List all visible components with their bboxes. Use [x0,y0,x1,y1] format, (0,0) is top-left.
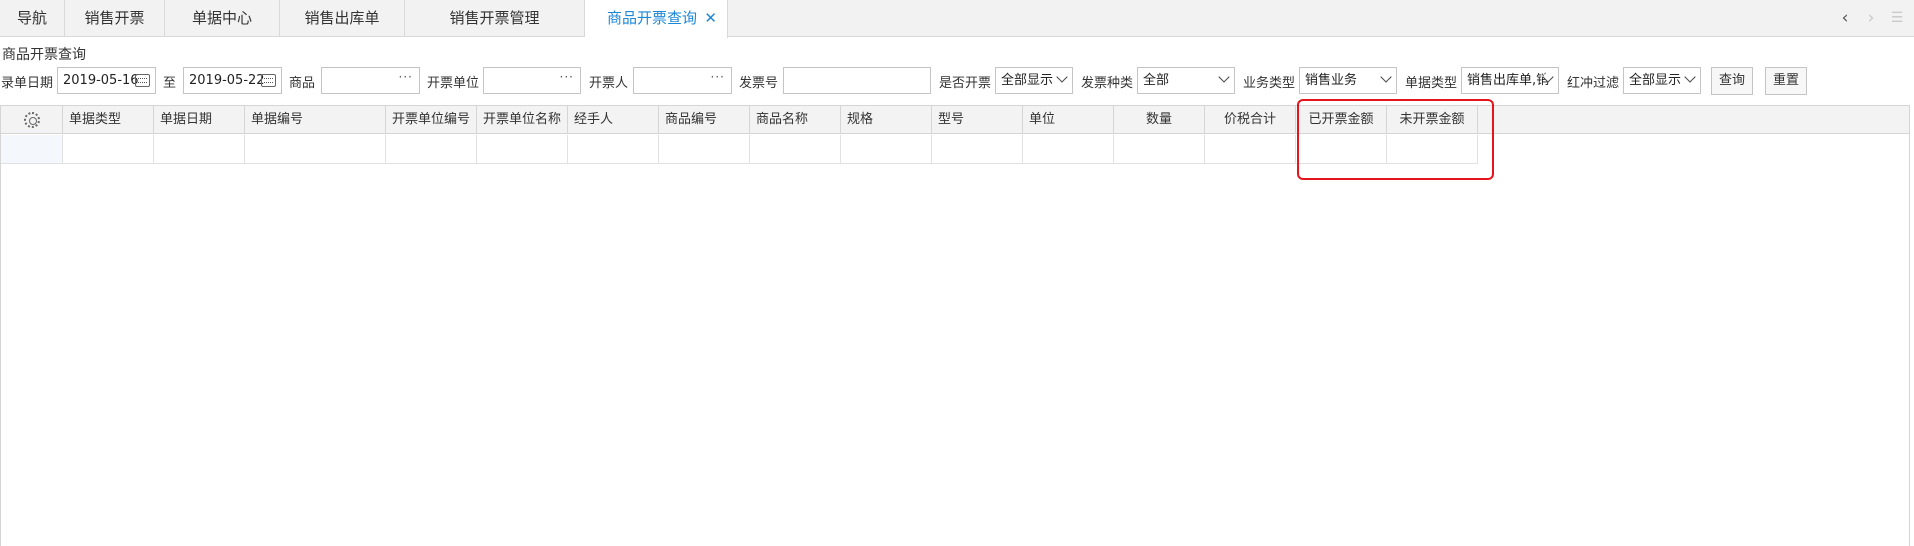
table-cell[interactable] [659,135,750,164]
invoicer-input[interactable]: ··· [633,67,732,94]
invoice-unit-input[interactable]: ··· [483,67,581,94]
invoice-number-input[interactable] [783,67,931,94]
tab-label: 销售开票管理 [449,9,540,27]
column-header[interactable]: 数量 [1114,106,1205,134]
entry-date-label: 录单日期 [1,76,54,91]
document-type-label: 单据类型 [1405,76,1458,91]
table-cell[interactable] [1387,135,1478,164]
date-from-input[interactable]: 2019-05-16 [57,67,156,94]
column-header[interactable]: 经手人 [568,106,659,134]
table-cell[interactable] [1205,135,1296,164]
document-type-select[interactable]: 销售出库单,销 [1461,67,1559,94]
business-type-value: 销售业务 [1305,73,1358,88]
calendar-icon[interactable] [135,74,150,87]
column-header[interactable]: 已开票金额 [1296,106,1387,134]
column-header[interactable]: 价税合计 [1205,106,1296,134]
tab-sales-invoice-management[interactable]: 销售开票管理 [405,0,585,37]
table-cell[interactable] [568,135,659,164]
is-invoiced-select[interactable]: 全部显示 [995,67,1073,94]
invoice-number-label: 发票号 [739,76,779,91]
date-to-input[interactable]: 2019-05-22 [183,67,282,94]
tab-label: 单据中心 [191,9,252,27]
tab-label: 导航 [16,9,47,27]
column-header[interactable]: 单据日期 [154,106,245,134]
business-type-label: 业务类型 [1243,76,1296,91]
red-flush-filter-label: 红冲过滤 [1567,76,1620,91]
product-input[interactable]: ··· [321,67,420,94]
column-header[interactable]: 单据编号 [245,106,386,134]
column-header[interactable]: 开票单位编号 [386,106,477,134]
tab-sales-invoice[interactable]: 销售开票 [65,0,165,37]
table-cell[interactable] [386,135,477,164]
page-title: 商品开票查询 [2,47,86,63]
column-settings[interactable] [1,106,63,134]
column-header[interactable]: 商品编号 [659,106,750,134]
column-header[interactable]: 开票单位名称 [477,106,568,134]
column-header[interactable]: 单据类型 [63,106,154,134]
reset-button[interactable]: 重置 [1765,67,1807,95]
table-cell[interactable] [477,135,568,164]
tab-sales-outbound[interactable]: 销售出库单 [280,0,405,37]
document-type-value: 销售出库单,销 [1467,73,1550,88]
invoice-kind-select[interactable]: 全部 [1137,67,1235,94]
invoice-unit-label: 开票单位 [427,76,480,91]
menu-list-icon[interactable]: ☰ [1882,0,1912,37]
tab-bar: 导航 销售开票 单据中心 销售出库单 销售开票管理 商品开票查询 ✕ ‹ › ☰ [0,0,1914,38]
column-header[interactable]: 单位 [1023,106,1114,134]
invoicer-label: 开票人 [589,76,629,91]
red-flush-filter-select[interactable]: 全部显示 [1623,67,1701,94]
table-cell[interactable] [63,135,154,164]
tab-label: 销售开票 [84,9,145,27]
table-cell[interactable] [841,135,932,164]
chevron-down-icon [1218,71,1230,83]
is-invoiced-value: 全部显示 [1001,73,1054,88]
tab-document-center[interactable]: 单据中心 [165,0,280,37]
chevron-down-icon [1684,71,1696,83]
invoice-kind-label: 发票种类 [1081,76,1134,91]
column-header[interactable]: 规格 [841,106,932,134]
column-header[interactable]: 未开票金额 [1387,106,1478,134]
chevron-down-icon [1056,71,1068,83]
grid-header: 单据类型 单据日期 单据编号 开票单位编号 开票单位名称 经手人 商品编号 商品… [1,106,1909,134]
more-icon[interactable]: ··· [560,68,574,90]
table-cell[interactable] [245,135,386,164]
more-icon[interactable]: ··· [711,68,725,90]
tab-product-invoice-query[interactable]: 商品开票查询 ✕ [585,0,728,38]
table-cell[interactable] [154,135,245,164]
close-icon[interactable]: ✕ [704,0,717,37]
business-type-select[interactable]: 销售业务 [1299,67,1397,94]
more-icon[interactable]: ··· [399,68,413,90]
results-grid: 单据类型 单据日期 单据编号 开票单位编号 开票单位名称 经手人 商品编号 商品… [0,105,1910,546]
table-cell[interactable] [1023,135,1114,164]
table-cell[interactable] [1114,135,1205,164]
gear-icon[interactable] [24,112,40,128]
red-flush-filter-value: 全部显示 [1629,73,1682,88]
invoice-kind-value: 全部 [1143,73,1170,88]
row-indicator[interactable] [1,135,63,164]
table-cell[interactable] [750,135,841,164]
column-header[interactable]: 型号 [932,106,1023,134]
tab-label: 销售出库单 [304,9,380,27]
query-button[interactable]: 查询 [1711,67,1753,95]
is-invoiced-label: 是否开票 [939,76,992,91]
product-label: 商品 [289,76,316,91]
chevron-down-icon [1380,71,1392,83]
calendar-icon[interactable] [261,74,276,87]
date-from-value: 2019-05-16 [63,73,139,88]
column-header[interactable]: 商品名称 [750,106,841,134]
tab-navigation[interactable]: 导航 [0,0,65,37]
date-separator: 至 [163,76,177,91]
table-cell[interactable] [1296,135,1387,164]
table-cell[interactable] [932,135,1023,164]
tab-label: 商品开票查询 [607,9,698,27]
date-to-value: 2019-05-22 [189,73,265,88]
